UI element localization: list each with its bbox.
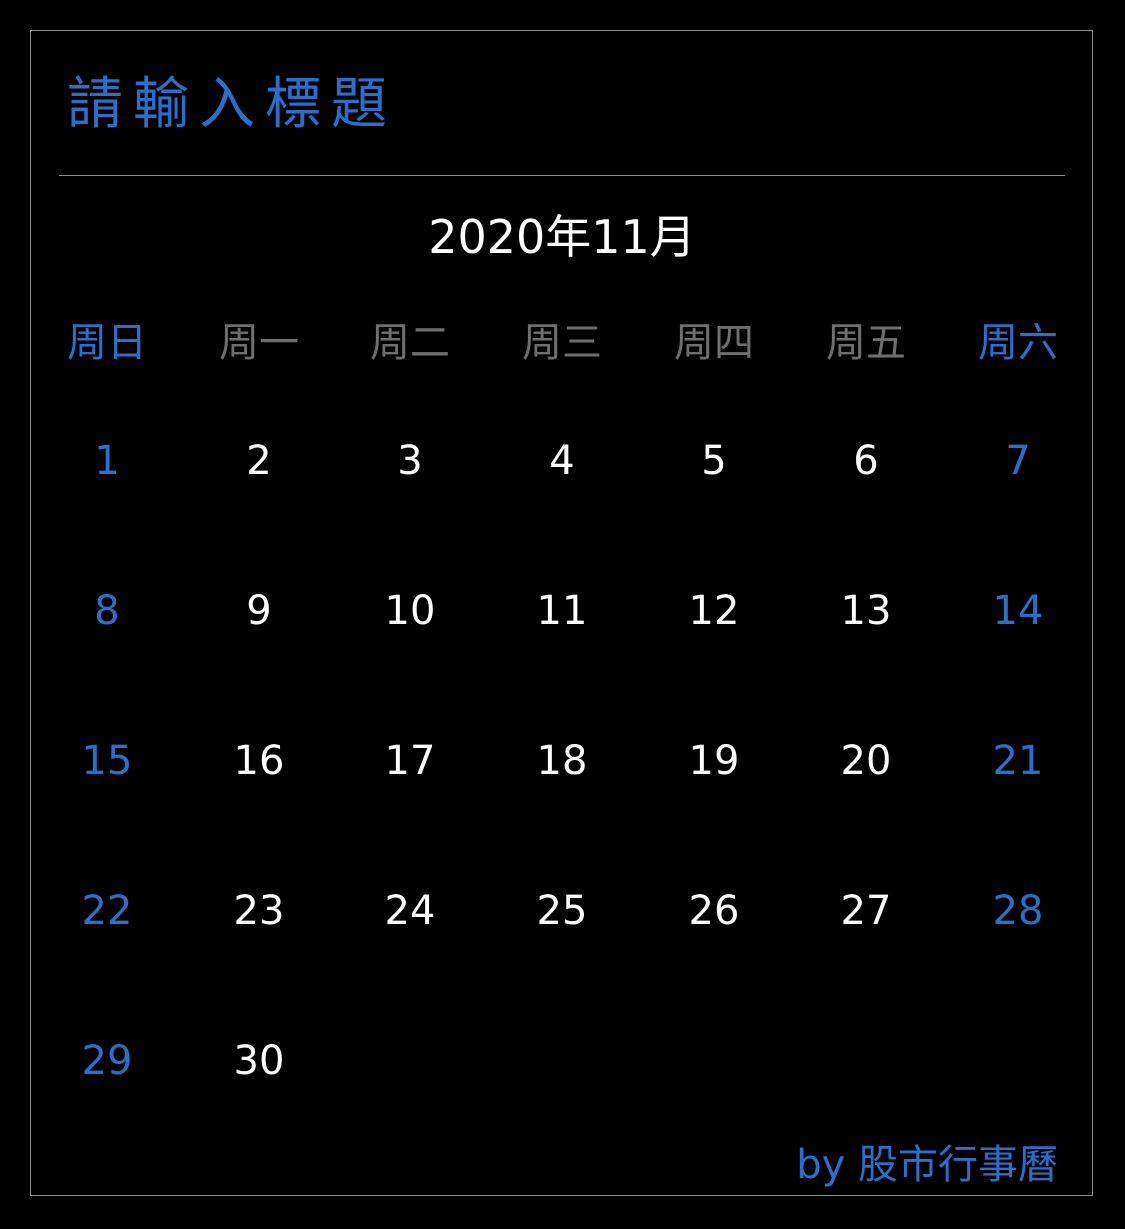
date-cell[interactable]: 13 bbox=[791, 581, 941, 641]
month-label: 2020年11月 bbox=[428, 210, 696, 264]
weekday-label: 周日 bbox=[67, 320, 147, 366]
date-cell[interactable]: 18 bbox=[487, 731, 637, 791]
weekday-label: 周一 bbox=[219, 320, 299, 366]
date-cell[interactable]: 28 bbox=[943, 881, 1093, 941]
weekday-label: 周四 bbox=[674, 320, 754, 366]
date-cell[interactable]: 8 bbox=[32, 581, 182, 641]
date-cell[interactable]: 3 bbox=[335, 431, 485, 491]
date-cell[interactable]: 12 bbox=[639, 581, 789, 641]
date-grid: 1 2 3 4 5 6 7 8 9 10 11 12 13 14 15 16 17 18 19 20 21 22 23 24 2… bbox=[31, 386, 1093, 1146]
date-cell[interactable]: 9 bbox=[184, 581, 334, 641]
date-cell[interactable]: 4 bbox=[487, 431, 637, 491]
date-cell[interactable]: 23 bbox=[184, 881, 334, 941]
footer-credit: by 股市行事曆 bbox=[796, 1142, 1058, 1188]
date-cell[interactable]: 2 bbox=[184, 431, 334, 491]
date-cell[interactable]: 24 bbox=[335, 881, 485, 941]
title-divider bbox=[59, 175, 1065, 176]
date-cell[interactable]: 20 bbox=[791, 731, 941, 791]
date-cell[interactable]: 5 bbox=[639, 431, 789, 491]
date-cell[interactable]: 10 bbox=[335, 581, 485, 641]
date-cell[interactable]: 25 bbox=[487, 881, 637, 941]
weekday-header-row: 周日 周一 周二 周三 周四 周五 周六 bbox=[31, 313, 1093, 373]
date-cell[interactable]: 27 bbox=[791, 881, 941, 941]
date-cell[interactable]: 15 bbox=[32, 731, 182, 791]
date-cell[interactable]: 30 bbox=[184, 1031, 334, 1091]
date-cell[interactable]: 7 bbox=[943, 431, 1093, 491]
date-cell[interactable]: 26 bbox=[639, 881, 789, 941]
date-cell[interactable]: 11 bbox=[487, 581, 637, 641]
date-cell[interactable]: 29 bbox=[32, 1031, 182, 1091]
date-cell[interactable]: 21 bbox=[943, 731, 1093, 791]
date-cell[interactable]: 1 bbox=[32, 431, 182, 491]
weekday-label: 周三 bbox=[522, 320, 602, 366]
date-cell[interactable]: 14 bbox=[943, 581, 1093, 641]
date-cell[interactable]: 19 bbox=[639, 731, 789, 791]
date-cell[interactable]: 17 bbox=[335, 731, 485, 791]
weekday-label: 周六 bbox=[978, 320, 1058, 366]
date-cell[interactable]: 22 bbox=[32, 881, 182, 941]
calendar-widget: 請輸入標題 2020年11月 周日 周一 周二 周三 周四 周五 周六 1234567891… bbox=[30, 30, 1093, 1196]
date-cell[interactable]: 6 bbox=[791, 431, 941, 491]
weekday-label: 周二 bbox=[370, 320, 450, 366]
weekday-label: 周五 bbox=[826, 320, 906, 366]
date-cell[interactable]: 16 bbox=[184, 731, 334, 791]
calendar-title[interactable]: 請輸入標題 bbox=[67, 69, 397, 141]
